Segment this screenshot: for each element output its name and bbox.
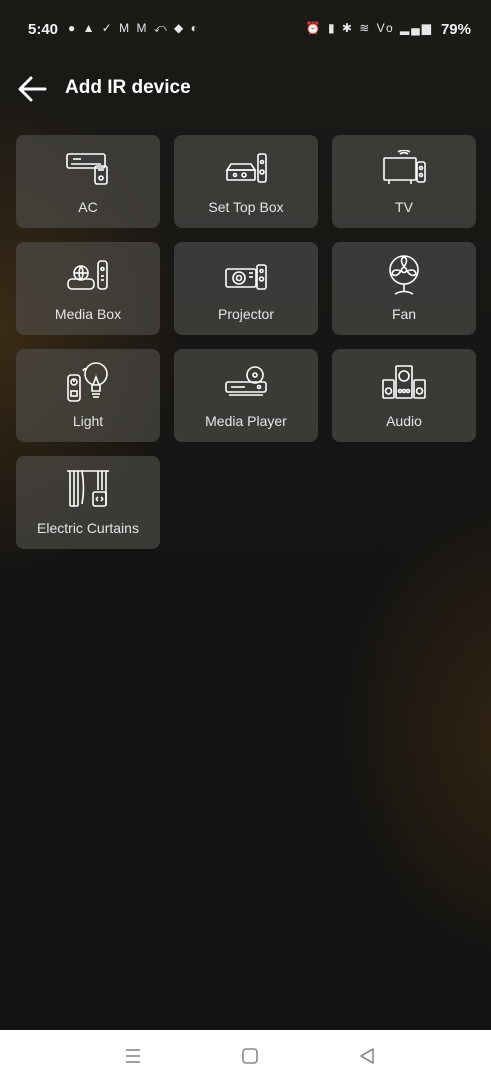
tv-icon — [381, 149, 427, 187]
media-player-icon — [223, 363, 269, 401]
app-bar: Add IR device — [0, 60, 491, 118]
device-tile-media-player[interactable]: Media Player — [174, 349, 318, 442]
device-label: Set Top Box — [208, 199, 284, 215]
device-tile-electric-curtains[interactable]: Electric Curtains — [16, 456, 160, 549]
device-tile-ac[interactable]: AC — [16, 135, 160, 228]
device-label: TV — [395, 199, 413, 215]
menu-icon — [126, 1049, 140, 1063]
projector-icon — [223, 256, 269, 294]
status-time: 5:40 — [28, 21, 59, 38]
air-conditioner-icon — [65, 149, 111, 187]
system-back-button[interactable] — [356, 1045, 378, 1067]
home-button[interactable] — [239, 1045, 261, 1067]
device-tile-set-top-box[interactable]: Set Top Box — [174, 135, 318, 228]
device-label: AC — [78, 199, 98, 215]
device-tile-tv[interactable]: TV — [332, 135, 476, 228]
device-tile-media-box[interactable]: Media Box — [16, 242, 160, 335]
fan-icon — [381, 255, 427, 295]
device-label: Light — [72, 413, 104, 429]
back-button[interactable] — [16, 72, 50, 106]
media-box-icon — [65, 256, 111, 294]
battery-level: 79% — [440, 21, 471, 38]
light-bulb-icon — [65, 362, 111, 402]
device-label: Projector — [217, 306, 275, 322]
app-screen: 5:40 ● ▲ ✓ M M ⤺ ◆ ◐ ⏰ ▮ ✱ ≋ Vo ▂▄▆ 79% … — [0, 0, 491, 1030]
device-label: Fan — [391, 306, 417, 322]
device-tile-projector[interactable]: Projector — [174, 242, 318, 335]
device-tile-fan[interactable]: Fan — [332, 242, 476, 335]
device-tile-audio[interactable]: Audio — [332, 349, 476, 442]
device-label: Media Box — [54, 306, 122, 322]
notification-icons: ● ▲ ✓ M M ⤺ ◆ ◐ — [68, 21, 200, 35]
status-bar: 5:40 ● ▲ ✓ M M ⤺ ◆ ◐ ⏰ ▮ ✱ ≋ Vo ▂▄▆ 79% — [0, 0, 491, 60]
page-title: Add IR device — [65, 77, 191, 98]
curtains-icon — [65, 470, 111, 508]
device-tile-light[interactable]: Light — [16, 349, 160, 442]
device-grid: AC Set Top Box TV Media Box Projector Fa… — [16, 135, 476, 549]
arrow-left-icon — [18, 76, 47, 102]
device-label: Media Player — [205, 413, 287, 429]
set-top-box-icon — [223, 149, 269, 187]
device-label: Audio — [386, 413, 422, 429]
triangle-back-icon — [360, 1048, 374, 1064]
device-label: Electric Curtains — [37, 520, 139, 536]
system-nav-bar — [0, 1030, 491, 1080]
speaker-icon — [381, 363, 427, 401]
system-status-icons: ⏰ ▮ ✱ ≋ Vo ▂▄▆ — [305, 21, 433, 35]
square-icon — [242, 1048, 258, 1064]
recents-button[interactable] — [122, 1045, 144, 1067]
